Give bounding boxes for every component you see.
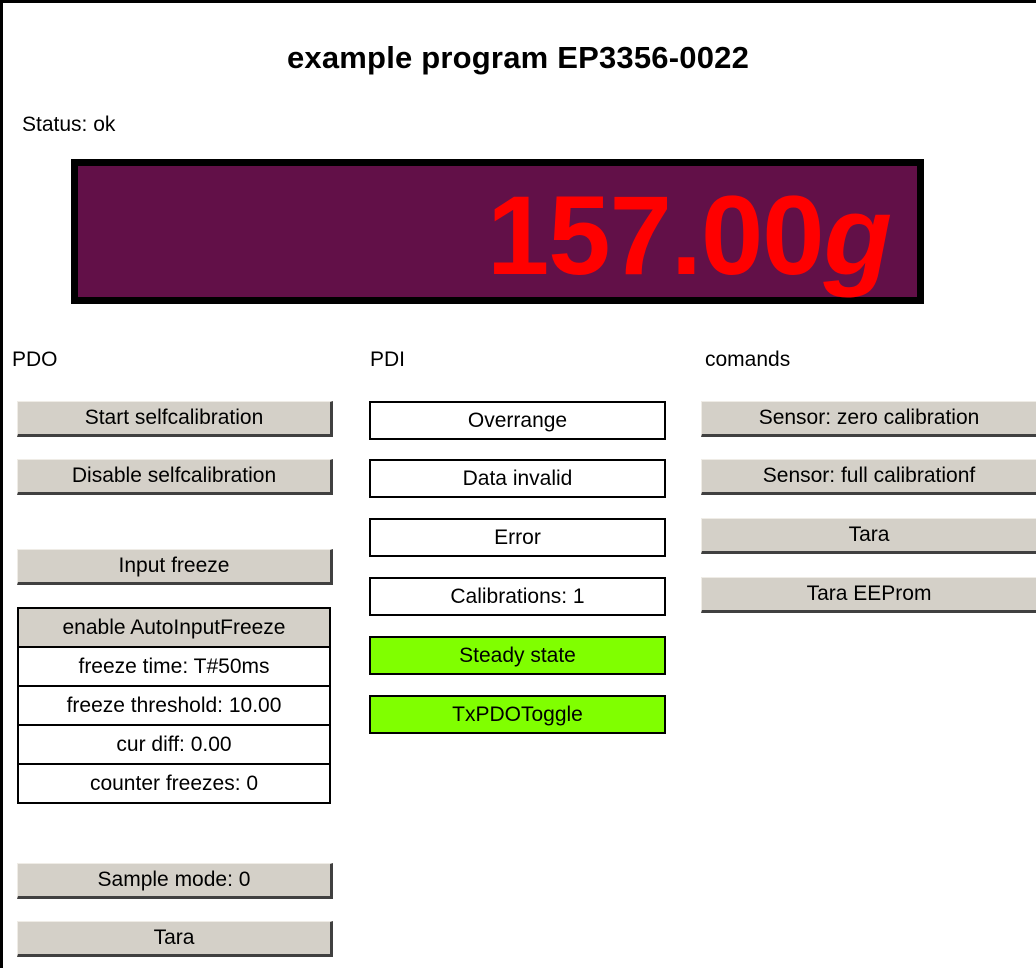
- sensor-zero-calibration-button[interactable]: Sensor: zero calibration: [701, 401, 1036, 437]
- cur-diff-value: cur diff: 0.00: [19, 726, 329, 765]
- steady-state-indicator: Steady state: [369, 636, 666, 675]
- pdi-section-label: PDI: [370, 348, 406, 371]
- overrange-indicator: Overrange: [369, 401, 666, 440]
- disable-selfcalibration-button[interactable]: Disable selfcalibration: [17, 459, 333, 495]
- status-text: Status: ok: [22, 113, 116, 136]
- tara-eeprom-button[interactable]: Tara EEProm: [701, 577, 1036, 613]
- error-indicator: Error: [369, 518, 666, 557]
- page-title: example program EP3356-0022: [286, 40, 750, 75]
- data-invalid-indicator: Data invalid: [369, 459, 666, 498]
- freeze-threshold-value: freeze threshold: 10.00: [19, 687, 329, 726]
- freeze-time-value: freeze time: T#50ms: [19, 648, 329, 687]
- weight-value: 157.00g: [487, 180, 892, 292]
- start-selfcalibration-button[interactable]: Start selfcalibration: [17, 401, 333, 437]
- pdo-section-label: PDO: [12, 348, 58, 371]
- enable-auto-input-freeze-toggle[interactable]: enable AutoInputFreeze: [19, 609, 329, 648]
- weight-number: 157.00: [487, 173, 825, 298]
- sensor-full-calibration-button[interactable]: Sensor: full calibrationf: [701, 459, 1036, 495]
- weight-unit: g: [823, 173, 892, 298]
- txpdo-toggle-indicator: TxPDOToggle: [369, 695, 666, 734]
- sample-mode-button[interactable]: Sample mode: 0: [17, 863, 333, 899]
- commands-section-label: comands: [705, 348, 791, 371]
- calibrations-indicator: Calibrations: 1: [369, 577, 666, 616]
- auto-input-freeze-table: enable AutoInputFreeze freeze time: T#50…: [17, 607, 331, 804]
- weight-display: 157.00g: [71, 159, 924, 304]
- input-freeze-button[interactable]: Input freeze: [17, 549, 333, 585]
- counter-freezes-value: counter freezes: 0: [89, 772, 259, 795]
- tara-button[interactable]: Tara: [701, 518, 1036, 554]
- pdo-tara-button[interactable]: Tara: [17, 921, 333, 957]
